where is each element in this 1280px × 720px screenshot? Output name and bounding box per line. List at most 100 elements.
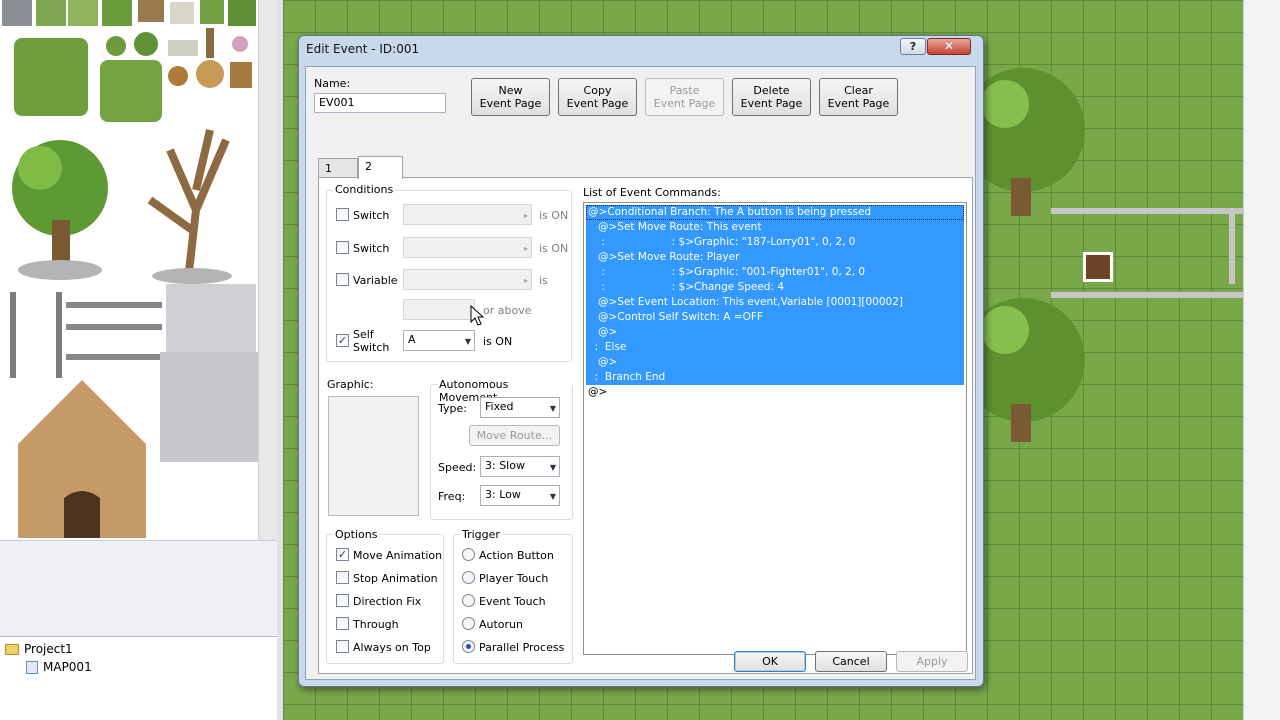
new-page-label-1: New <box>498 84 523 97</box>
direction-fix-label: Direction Fix <box>353 595 422 608</box>
autonomous-movement-group: Autonomous Movement Type: Fixed ▼ Move R… <box>430 378 573 520</box>
command-line[interactable]: @>Control Self Switch: A =OFF <box>586 310 964 325</box>
cancel-button[interactable]: Cancel <box>815 651 887 672</box>
autorun-label: Autorun <box>479 618 524 631</box>
command-line[interactable]: @>Set Event Location: This event,Variabl… <box>586 295 964 310</box>
always-on-top-checkbox[interactable] <box>336 640 349 653</box>
variable-label: Variable <box>353 274 398 287</box>
through-label: Through <box>353 618 399 631</box>
switch2-select[interactable]: ▸ <box>403 237 532 258</box>
freq-label: Freq: <box>438 490 466 503</box>
stop-animation-checkbox[interactable] <box>336 571 349 584</box>
self-switch-label-2: Switch <box>353 341 390 354</box>
switch1-label: Switch <box>353 209 390 222</box>
map-icon <box>26 660 38 674</box>
apply-button[interactable]: Apply <box>896 651 968 672</box>
variable-value-stepper[interactable] <box>403 299 475 320</box>
event-commands-list[interactable]: @>Conditional Branch: The A button is be… <box>583 202 967 655</box>
command-line[interactable]: : Else <box>586 340 964 355</box>
delete-page-label-2: Event Page <box>740 97 803 110</box>
mouse-cursor-icon <box>470 305 484 326</box>
type-value: Fixed <box>485 400 514 413</box>
options-group: Options ✓ Move Animation Stop Animation … <box>326 528 444 664</box>
event-touch-radio[interactable] <box>462 594 475 607</box>
ok-button[interactable]: OK <box>734 651 806 672</box>
tree-item-map[interactable]: MAP001 <box>26 660 92 674</box>
switch1-suffix: is ON <box>539 209 569 222</box>
conditions-group: Conditions Switch ▸ is ON Switch ▸ is ON… <box>326 183 572 362</box>
action-button-radio[interactable] <box>462 548 475 561</box>
move-route-button[interactable]: Move Route... <box>469 425 560 446</box>
type-select[interactable]: Fixed ▼ <box>480 397 560 418</box>
name-field[interactable]: EV001 <box>314 93 446 113</box>
graphic-label: Graphic: <box>327 378 374 391</box>
direction-fix-checkbox[interactable] <box>336 594 349 607</box>
tree-item-project[interactable]: Project1 <box>5 642 73 656</box>
project-label: Project1 <box>24 642 73 656</box>
speed-value: 3: Slow <box>485 459 525 472</box>
command-line[interactable]: : : $>Change Speed: 4 <box>586 280 964 295</box>
trigger-title: Trigger <box>460 528 502 541</box>
clear-event-page-button[interactable]: Clear Event Page <box>819 78 898 116</box>
self-switch-checkbox[interactable]: ✓ <box>336 334 349 347</box>
paste-event-page-button[interactable]: Paste Event Page <box>645 78 724 116</box>
tileset-scrollbar[interactable] <box>258 0 277 540</box>
close-button[interactable]: ✕ <box>927 38 971 55</box>
tab-page-2[interactable]: 2 <box>358 156 403 179</box>
copy-page-label-2: Event Page <box>566 97 629 110</box>
event-page-panel: Conditions Switch ▸ is ON Switch ▸ is ON… <box>318 177 973 674</box>
switch2-label: Switch <box>353 242 390 255</box>
player-touch-radio[interactable] <box>462 571 475 584</box>
copy-event-page-button[interactable]: Copy Event Page <box>558 78 637 116</box>
through-checkbox[interactable] <box>336 617 349 630</box>
freq-select[interactable]: 3: Low ▼ <box>480 485 560 506</box>
command-line[interactable]: : : $>Graphic: "001-Fighter01", 0, 2, 0 <box>586 265 964 280</box>
command-line[interactable]: @>Conditional Branch: The A button is be… <box>586 205 964 220</box>
map-label: MAP001 <box>43 660 92 674</box>
command-line[interactable]: : Branch End <box>586 370 964 385</box>
command-line[interactable]: @> <box>586 355 964 370</box>
switch2-suffix: is ON <box>539 242 569 255</box>
graphic-preview[interactable] <box>328 396 419 516</box>
always-on-top-label: Always on Top <box>353 641 431 654</box>
variable-or-above: or above <box>483 304 532 317</box>
name-label: Name: <box>314 77 351 90</box>
freq-value: 3: Low <box>485 488 521 501</box>
delete-page-label-1: Delete <box>753 84 790 97</box>
chevron-down-icon: ▼ <box>549 404 556 413</box>
self-switch-select[interactable]: A ▼ <box>403 330 475 351</box>
autorun-radio[interactable] <box>462 617 475 630</box>
move-animation-label: Move Animation <box>353 549 443 562</box>
chevron-right-icon: ▸ <box>523 211 528 220</box>
chevron-down-icon: ▼ <box>464 337 471 346</box>
switch2-checkbox[interactable] <box>336 241 349 254</box>
edit-event-dialog: Edit Event - ID:001 ? ✕ Name: EV001 New … <box>298 35 984 687</box>
map-scrollbar[interactable] <box>1243 0 1280 720</box>
project-tree[interactable]: Project1 MAP001 <box>0 636 277 720</box>
parallel-process-radio[interactable] <box>462 640 475 653</box>
parallel-process-label: Parallel Process <box>479 641 565 654</box>
stop-animation-label: Stop Animation <box>353 572 438 585</box>
new-event-page-button[interactable]: New Event Page <box>471 78 550 116</box>
switch1-select[interactable]: ▸ <box>403 204 532 225</box>
delete-event-page-button[interactable]: Delete Event Page <box>732 78 811 116</box>
commands-title: List of Event Commands: <box>583 186 721 199</box>
options-title: Options <box>333 528 380 541</box>
tileset-palette[interactable] <box>0 0 258 540</box>
variable-checkbox[interactable] <box>336 273 349 286</box>
copy-page-label-1: Copy <box>583 84 612 97</box>
folder-icon <box>5 643 19 655</box>
variable-select[interactable]: ▸ <box>403 269 532 290</box>
move-animation-checkbox[interactable]: ✓ <box>336 548 349 561</box>
command-line[interactable]: @>Set Move Route: Player <box>586 250 964 265</box>
speed-select[interactable]: 3: Slow ▼ <box>480 456 560 477</box>
self-switch-suffix: is ON <box>483 335 513 348</box>
command-line[interactable]: @>Set Move Route: This event <box>586 220 964 235</box>
command-line[interactable]: @> <box>586 325 964 340</box>
command-line[interactable]: @> <box>586 385 964 400</box>
conditions-title: Conditions <box>333 183 396 196</box>
tab-page-1[interactable]: 1 <box>318 158 358 178</box>
command-line[interactable]: : : $>Graphic: "187-Lorry01", 0, 2, 0 <box>586 235 964 250</box>
help-button[interactable]: ? <box>900 38 926 55</box>
switch1-checkbox[interactable] <box>336 208 349 221</box>
